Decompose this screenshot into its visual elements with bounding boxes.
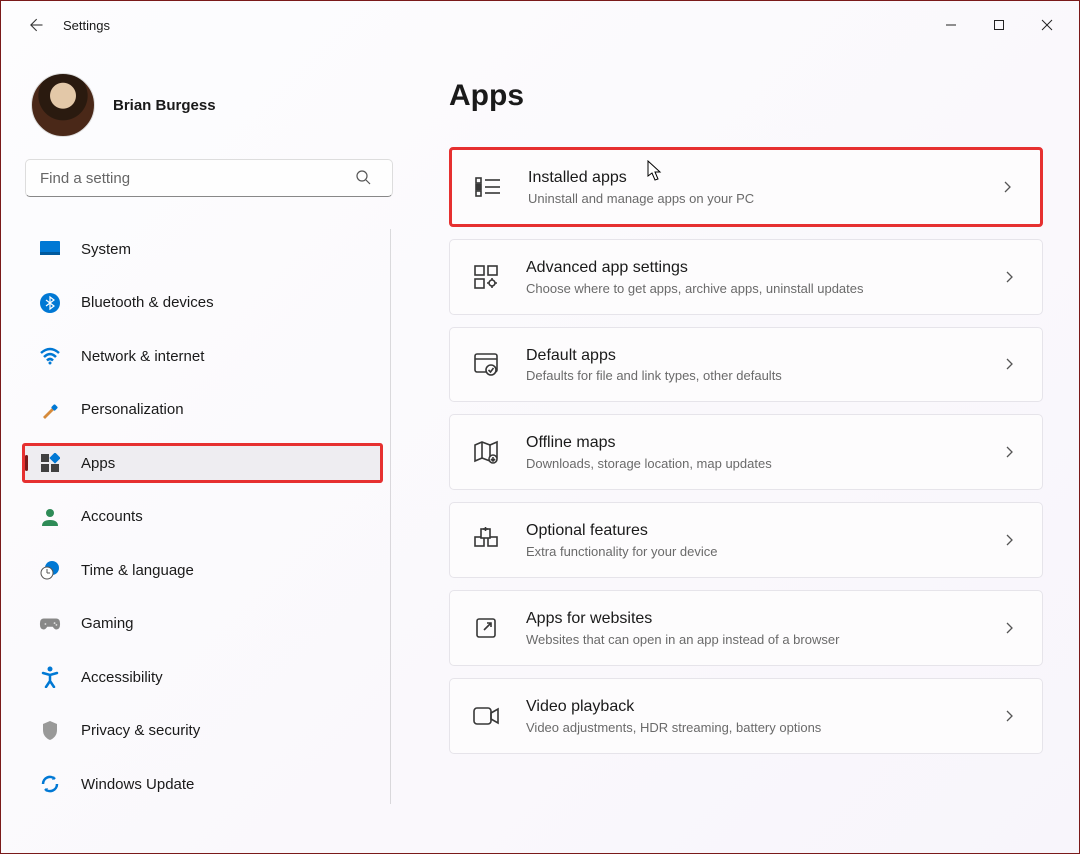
- card-title: Installed apps: [528, 168, 1002, 189]
- nav-label: Accounts: [81, 508, 143, 525]
- apps-icon: [39, 452, 61, 474]
- clock-globe-icon: [39, 559, 61, 581]
- card-subtitle: Extra functionality for your device: [526, 544, 1004, 559]
- installed-apps-icon: [474, 173, 502, 201]
- nav-item-privacy[interactable]: Privacy & security: [25, 711, 380, 751]
- card-title: Apps for websites: [526, 609, 1004, 630]
- nav-item-update[interactable]: Windows Update: [25, 764, 380, 804]
- chevron-right-icon: [1004, 445, 1018, 459]
- card-subtitle: Websites that can open in an app instead…: [526, 632, 1004, 647]
- chevron-right-icon: [1004, 533, 1018, 547]
- map-icon: [472, 438, 500, 466]
- wifi-icon: [39, 345, 61, 367]
- chevron-right-icon: [1004, 270, 1018, 284]
- nav-item-time[interactable]: Time & language: [25, 550, 380, 590]
- window-title: Settings: [63, 18, 110, 33]
- content-area: Apps Installed apps Uninstall and manage…: [401, 49, 1079, 853]
- nav-label: Network & internet: [81, 348, 204, 365]
- profile-block[interactable]: Brian Burgess: [25, 73, 391, 137]
- card-title: Advanced app settings: [526, 258, 1004, 279]
- card-subtitle: Uninstall and manage apps on your PC: [528, 191, 1002, 206]
- card-subtitle: Downloads, storage location, map updates: [526, 456, 1004, 471]
- chevron-right-icon: [1004, 357, 1018, 371]
- card-title: Offline maps: [526, 433, 1004, 454]
- card-title: Default apps: [526, 346, 1004, 367]
- chevron-right-icon: [1004, 709, 1018, 723]
- profile-name: Brian Burgess: [113, 97, 216, 114]
- shield-icon: [39, 720, 61, 742]
- avatar: [31, 73, 95, 137]
- titlebar: Settings: [1, 1, 1079, 49]
- nav-item-accounts[interactable]: Accounts: [25, 497, 380, 537]
- sync-icon: [39, 773, 61, 795]
- card-installed-apps[interactable]: Installed apps Uninstall and manage apps…: [449, 147, 1043, 227]
- chevron-right-icon: [1004, 621, 1018, 635]
- maximize-button[interactable]: [975, 5, 1023, 45]
- optional-features-icon: [472, 526, 500, 554]
- nav-item-accessibility[interactable]: Accessibility: [25, 657, 380, 697]
- search-input[interactable]: [25, 159, 393, 197]
- card-apps-for-websites[interactable]: Apps for websites Websites that can open…: [449, 590, 1043, 666]
- nav-item-apps[interactable]: Apps: [22, 443, 383, 483]
- default-apps-icon: [472, 350, 500, 378]
- nav-item-gaming[interactable]: Gaming: [25, 604, 380, 644]
- card-advanced-app-settings[interactable]: Advanced app settings Choose where to ge…: [449, 239, 1043, 315]
- close-button[interactable]: [1023, 5, 1071, 45]
- nav-item-network[interactable]: Network & internet: [25, 336, 380, 376]
- person-icon: [39, 506, 61, 528]
- chevron-right-icon: [1002, 180, 1016, 194]
- card-offline-maps[interactable]: Offline maps Downloads, storage location…: [449, 414, 1043, 490]
- card-default-apps[interactable]: Default apps Defaults for file and link …: [449, 327, 1043, 403]
- nav-label: Accessibility: [81, 669, 163, 686]
- sidebar: Brian Burgess System Bluetooth & devices: [1, 49, 401, 853]
- gamepad-icon: [39, 613, 61, 635]
- nav-label: Gaming: [81, 615, 134, 632]
- card-subtitle: Choose where to get apps, archive apps, …: [526, 281, 1004, 296]
- nav-item-personalization[interactable]: Personalization: [25, 390, 380, 430]
- card-subtitle: Defaults for file and link types, other …: [526, 368, 1004, 383]
- nav-label: Bluetooth & devices: [81, 294, 214, 311]
- card-optional-features[interactable]: Optional features Extra functionality fo…: [449, 502, 1043, 578]
- minimize-button[interactable]: [927, 5, 975, 45]
- card-title: Optional features: [526, 521, 1004, 542]
- paintbrush-icon: [39, 399, 61, 421]
- back-button[interactable]: [25, 15, 45, 35]
- advanced-settings-icon: [472, 263, 500, 291]
- card-subtitle: Video adjustments, HDR streaming, batter…: [526, 720, 1004, 735]
- nav-label: Personalization: [81, 401, 184, 418]
- card-title: Video playback: [526, 697, 1004, 718]
- bluetooth-icon: [39, 292, 61, 314]
- card-video-playback[interactable]: Video playback Video adjustments, HDR st…: [449, 678, 1043, 754]
- video-icon: [472, 702, 500, 730]
- accessibility-icon: [39, 666, 61, 688]
- external-link-icon: [472, 614, 500, 642]
- nav-item-system[interactable]: System: [25, 229, 380, 269]
- nav-list: System Bluetooth & devices Network & int…: [25, 229, 380, 804]
- search-icon: [355, 169, 371, 185]
- nav-label: Windows Update: [81, 776, 194, 793]
- system-icon: [39, 238, 61, 260]
- nav-label: Privacy & security: [81, 722, 200, 739]
- page-title: Apps: [449, 79, 1043, 113]
- nav-label: Apps: [81, 455, 115, 472]
- nav-item-bluetooth[interactable]: Bluetooth & devices: [25, 283, 380, 323]
- nav-label: Time & language: [81, 562, 194, 579]
- nav-label: System: [81, 241, 131, 258]
